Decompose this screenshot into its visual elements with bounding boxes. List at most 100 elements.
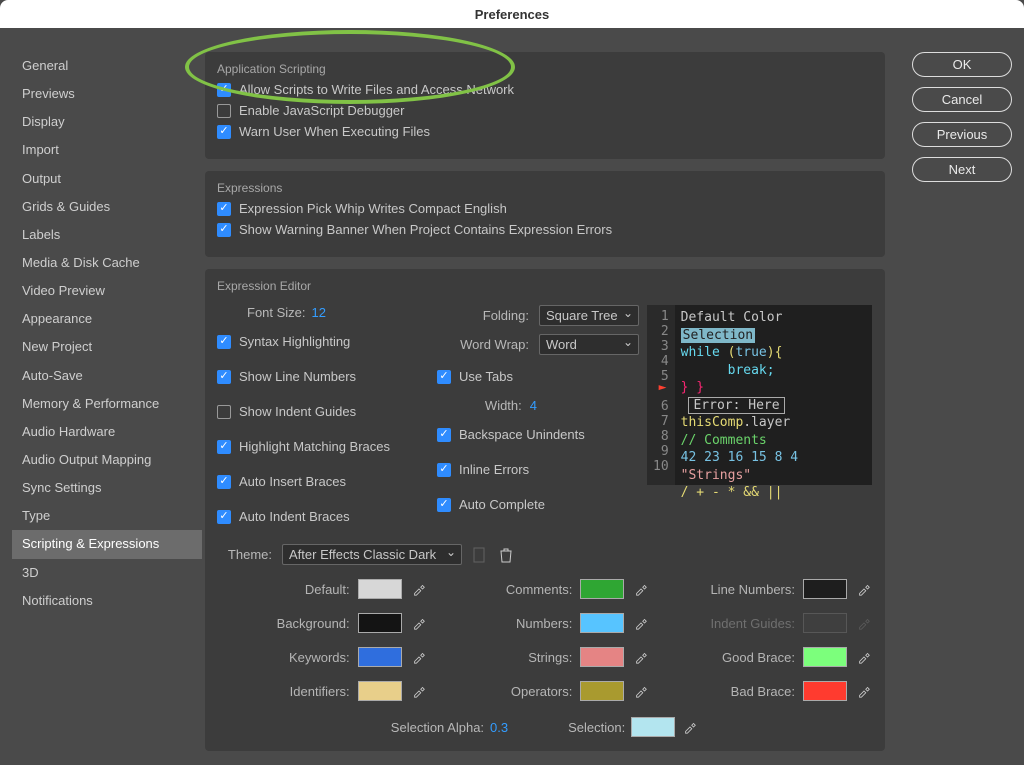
check-icon: ✓: [437, 498, 451, 512]
sidebar-item-labels[interactable]: Labels: [12, 221, 202, 249]
check-icon: ✓: [217, 335, 231, 349]
sidebar-item-appearance[interactable]: Appearance: [12, 305, 202, 333]
enable-debugger-label: Enable JavaScript Debugger: [239, 103, 405, 118]
sidebar-item-3d[interactable]: 3D: [12, 559, 202, 587]
sidebar-item-type[interactable]: Type: [12, 502, 202, 530]
color-swatch[interactable]: [358, 579, 402, 599]
eyedropper-icon[interactable]: [410, 580, 428, 598]
ok-button[interactable]: OK: [912, 52, 1012, 77]
backspace-checkbox[interactable]: ✓Backspace Unindents: [397, 427, 647, 442]
width-value[interactable]: 4: [530, 398, 537, 413]
folding-dropdown[interactable]: Square Tree: [539, 305, 639, 326]
syntax-highlighting-checkbox[interactable]: ✓Syntax Highlighting: [217, 334, 397, 349]
sidebar-item-sync-settings[interactable]: Sync Settings: [12, 474, 202, 502]
preferences-window: GeneralPreviewsDisplayImportOutputGrids …: [0, 28, 1024, 765]
color-swatch[interactable]: [803, 647, 847, 667]
auto-insert-checkbox[interactable]: ✓Auto Insert Braces: [217, 474, 397, 489]
show-warning-checkbox-row[interactable]: ✓ Show Warning Banner When Project Conta…: [217, 222, 873, 237]
swatch-label: Line Numbers:: [695, 582, 795, 597]
use-tabs-checkbox[interactable]: ✓Use Tabs: [397, 369, 647, 384]
eyedropper-icon[interactable]: [681, 718, 699, 736]
warn-exec-label: Warn User When Executing Files: [239, 124, 430, 139]
application-scripting-title: Application Scripting: [217, 62, 873, 76]
color-swatch[interactable]: [580, 647, 624, 667]
check-icon: [217, 405, 231, 419]
next-button[interactable]: Next: [912, 157, 1012, 182]
sidebar-item-general[interactable]: General: [12, 52, 202, 80]
theme-swatches: Default:Comments:Line Numbers:Background…: [217, 579, 873, 701]
swatch-row: Good Brace:: [662, 647, 873, 667]
color-swatch[interactable]: [358, 681, 402, 701]
selection-swatch[interactable]: [631, 717, 675, 737]
new-theme-icon[interactable]: [472, 547, 488, 563]
font-size-value[interactable]: 12: [312, 305, 326, 320]
color-swatch[interactable]: [803, 681, 847, 701]
sidebar-item-video-preview[interactable]: Video Preview: [12, 277, 202, 305]
sidebar-item-import[interactable]: Import: [12, 136, 202, 164]
warn-exec-checkbox-row[interactable]: ✓ Warn User When Executing Files: [217, 124, 873, 139]
color-swatch[interactable]: [580, 579, 624, 599]
sidebar-item-new-project[interactable]: New Project: [12, 333, 202, 361]
swatch-row: Line Numbers:: [662, 579, 873, 599]
eyedropper-icon[interactable]: [855, 580, 873, 598]
sidebar-item-output[interactable]: Output: [12, 165, 202, 193]
sidebar-item-media-disk-cache[interactable]: Media & Disk Cache: [12, 249, 202, 277]
enable-debugger-checkbox-row[interactable]: Enable JavaScript Debugger: [217, 103, 873, 118]
eyedropper-icon[interactable]: [410, 648, 428, 666]
selection-alpha-value[interactable]: 0.3: [490, 720, 508, 735]
color-swatch[interactable]: [358, 647, 402, 667]
window-titlebar: Preferences: [0, 0, 1024, 28]
sidebar-item-grids-guides[interactable]: Grids & Guides: [12, 193, 202, 221]
eyedropper-icon[interactable]: [632, 648, 650, 666]
indent-guides-checkbox[interactable]: Show Indent Guides: [217, 404, 397, 419]
eyedropper-icon[interactable]: [632, 682, 650, 700]
swatch-row: Numbers:: [440, 613, 651, 633]
preferences-sidebar: GeneralPreviewsDisplayImportOutputGrids …: [12, 52, 202, 615]
line-numbers-checkbox[interactable]: ✓Show Line Numbers: [217, 369, 397, 384]
swatch-label: Bad Brace:: [695, 684, 795, 699]
auto-complete-checkbox[interactable]: ✓Auto Complete: [397, 497, 647, 512]
color-swatch[interactable]: [803, 579, 847, 599]
swatch-label: Keywords:: [250, 650, 350, 665]
sidebar-item-memory-performance[interactable]: Memory & Performance: [12, 390, 202, 418]
word-wrap-dropdown[interactable]: Word: [539, 334, 639, 355]
sidebar-item-display[interactable]: Display: [12, 108, 202, 136]
swatch-row: Strings:: [440, 647, 651, 667]
cancel-button[interactable]: Cancel: [912, 87, 1012, 112]
eyedropper-icon[interactable]: [855, 648, 873, 666]
show-warning-label: Show Warning Banner When Project Contain…: [239, 222, 612, 237]
error-marker-icon: ►: [659, 379, 667, 397]
eyedropper-icon[interactable]: [632, 614, 650, 632]
auto-indent-checkbox[interactable]: ✓Auto Indent Braces: [217, 509, 397, 524]
previous-button[interactable]: Previous: [912, 122, 1012, 147]
sidebar-item-scripting-expressions[interactable]: Scripting & Expressions: [12, 530, 202, 558]
sidebar-item-auto-save[interactable]: Auto-Save: [12, 362, 202, 390]
sidebar-item-audio-output-mapping[interactable]: Audio Output Mapping: [12, 446, 202, 474]
eyedropper-icon[interactable]: [632, 580, 650, 598]
eyedropper-icon[interactable]: [410, 614, 428, 632]
match-braces-checkbox[interactable]: ✓Highlight Matching Braces: [217, 439, 397, 454]
check-icon: [217, 104, 231, 118]
compact-english-checkbox-row[interactable]: ✓ Expression Pick Whip Writes Compact En…: [217, 201, 873, 216]
swatch-label: Good Brace:: [695, 650, 795, 665]
eyedropper-icon[interactable]: [410, 682, 428, 700]
expressions-title: Expressions: [217, 181, 873, 195]
sidebar-item-previews[interactable]: Previews: [12, 80, 202, 108]
color-swatch[interactable]: [580, 681, 624, 701]
swatch-label: Background:: [250, 616, 350, 631]
sidebar-item-notifications[interactable]: Notifications: [12, 587, 202, 615]
trash-icon[interactable]: [498, 547, 514, 563]
swatch-row: Indent Guides:: [662, 613, 873, 633]
editor-col-1: Font Size: 12 ✓Syntax Highlighting ✓Show…: [217, 299, 397, 530]
color-swatch[interactable]: [358, 613, 402, 633]
sidebar-item-audio-hardware[interactable]: Audio Hardware: [12, 418, 202, 446]
swatch-label: Operators:: [472, 684, 572, 699]
eyedropper-icon[interactable]: [855, 682, 873, 700]
allow-scripts-label: Allow Scripts to Write Files and Access …: [239, 82, 514, 97]
code-body: Default Color Selection while (true){ br…: [675, 305, 804, 485]
allow-scripts-checkbox-row[interactable]: ✓ Allow Scripts to Write Files and Acces…: [217, 82, 873, 97]
color-swatch[interactable]: [580, 613, 624, 633]
inline-errors-checkbox[interactable]: ✓Inline Errors: [397, 462, 647, 477]
code-preview: 12345678910 Default Color Selection whil…: [647, 305, 872, 485]
theme-dropdown[interactable]: After Effects Classic Dark: [282, 544, 462, 565]
